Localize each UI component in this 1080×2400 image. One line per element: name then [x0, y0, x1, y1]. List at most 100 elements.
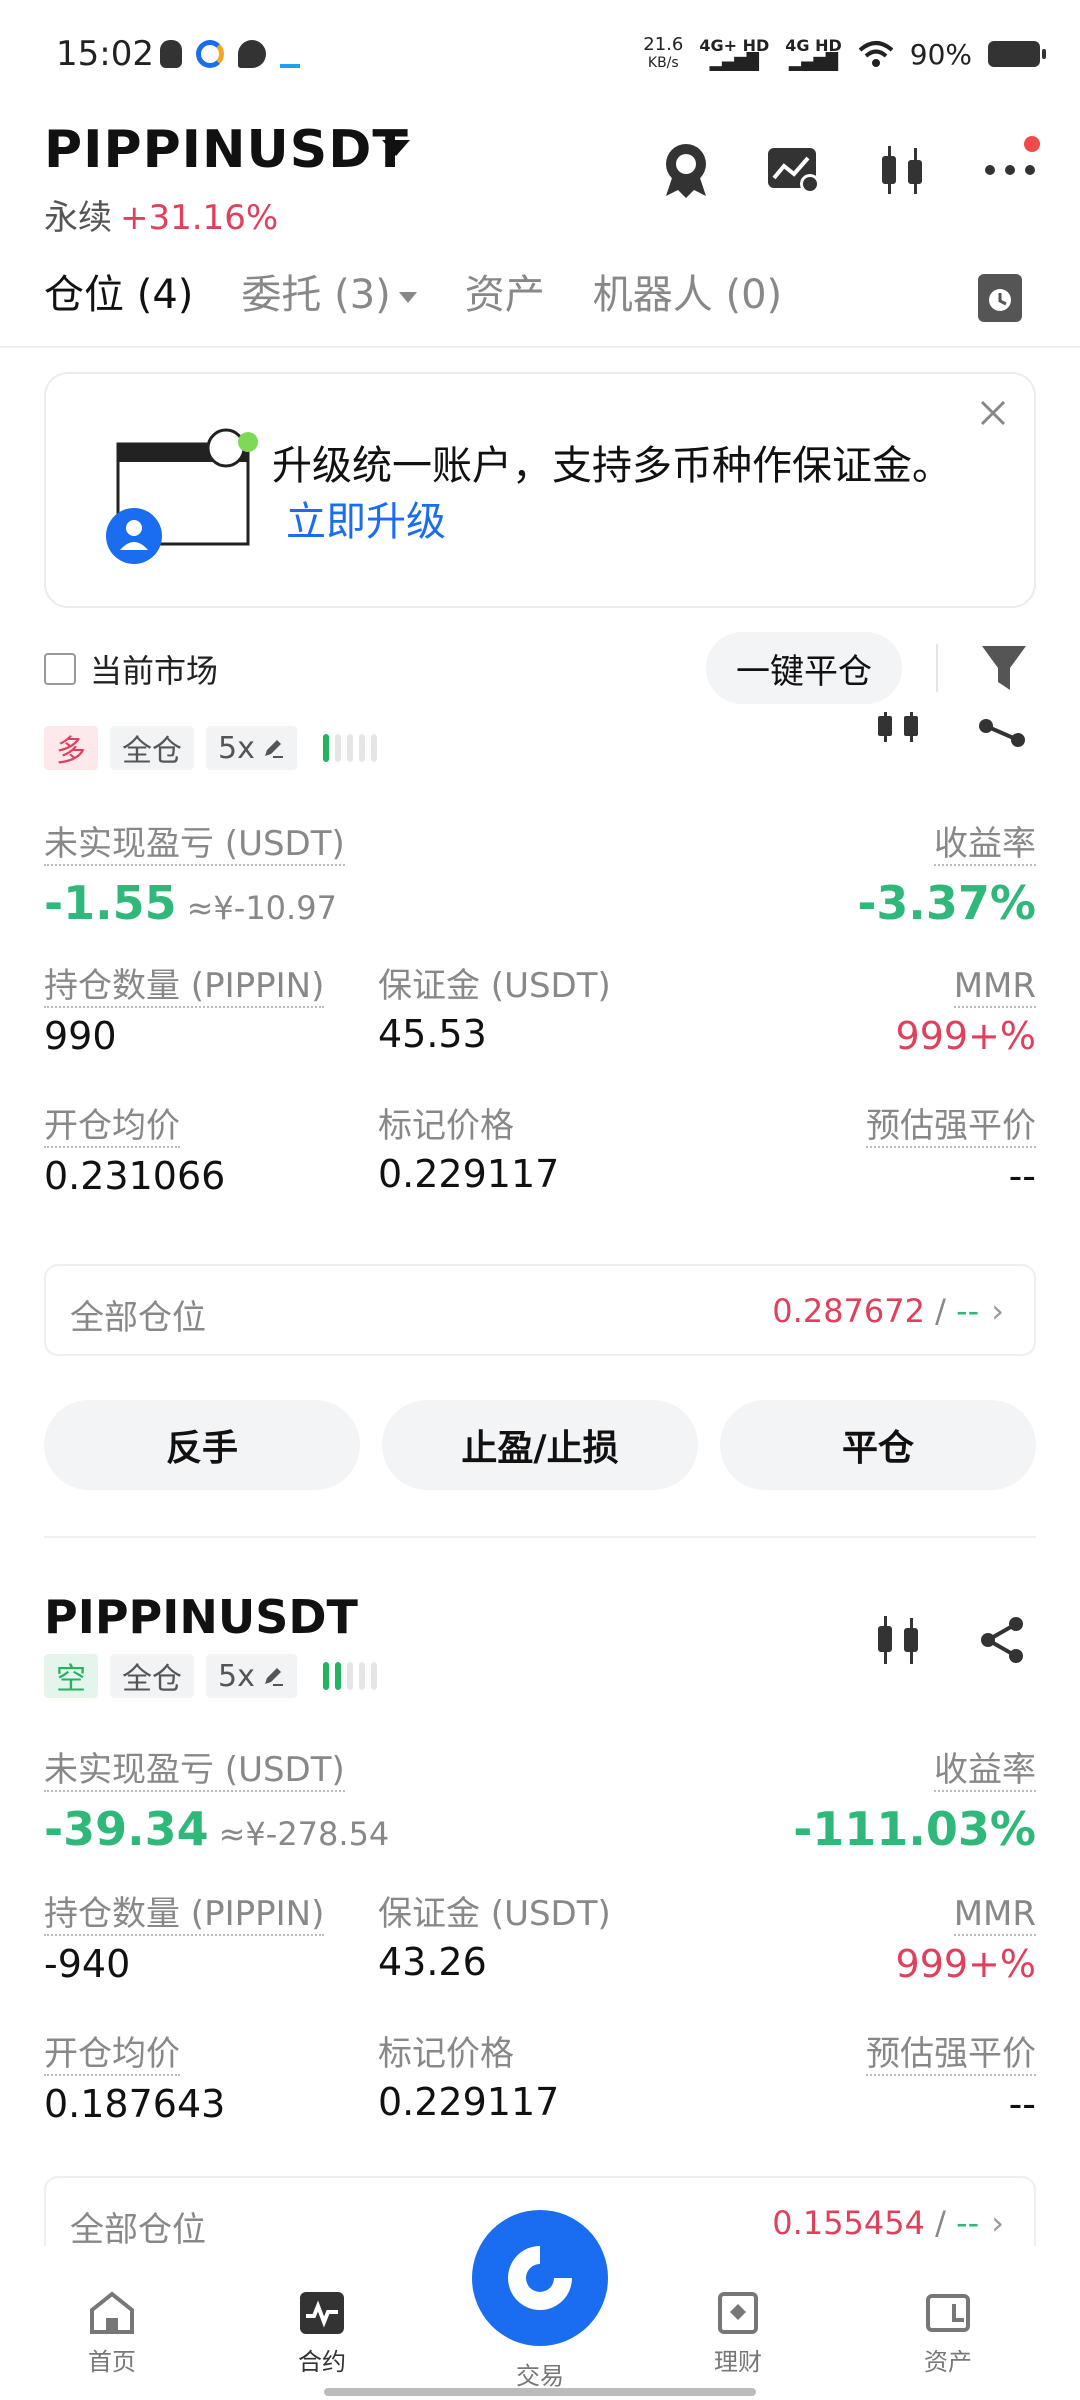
position-symbol[interactable]: PIPPINUSDT: [44, 1590, 358, 1644]
entry-label[interactable]: 开仓均价: [44, 1106, 180, 1148]
reverse-button[interactable]: 反手: [44, 1400, 360, 1490]
liq-label[interactable]: 预估强平价: [866, 1106, 1036, 1148]
close-position-button[interactable]: 平仓: [720, 1400, 1036, 1490]
card-actions: [872, 712, 1028, 764]
unrealized-pnl-label[interactable]: 未实现盈亏 (USDT): [44, 824, 345, 866]
tab-orders[interactable]: 委托 (3): [241, 262, 417, 320]
nav-earn[interactable]: 理财: [678, 2290, 798, 2377]
risk-level-bars: [322, 734, 377, 762]
net-speed-unit: KB/s: [647, 55, 679, 71]
header-actions: [656, 136, 1040, 200]
candlestick-icon[interactable]: [872, 140, 932, 200]
roe-value: -111.03%: [793, 1802, 1036, 1856]
tab-bots[interactable]: 机器人 (0): [593, 262, 782, 320]
upgrade-banner: 升级统一账户，支持多币种作保证金。立即升级: [44, 372, 1036, 608]
position-card: PIPPINUSDT 空 全仓 5x 未实现盈亏 (USDT) -39.34 ≈¥…: [0, 1590, 1080, 2268]
roe-value: -3.37%: [857, 876, 1036, 930]
size-label[interactable]: 持仓数量 (PIPPIN): [44, 1894, 325, 1936]
status-bar: 15:02 21.6 KB/s 4G+ HD ▂▄▆█ 4G HD ▂▄▆█ 90%: [0, 0, 1080, 110]
signal-2-icon: 4G HD ▂▄▆█: [785, 38, 842, 70]
bottom-nav: 首页 合约 交易 理财 资产: [0, 2210, 1080, 2400]
nav-futures[interactable]: 合约: [262, 2290, 382, 2377]
symbol-title[interactable]: PIPPINUSDT: [44, 120, 409, 180]
mark-value: 0.229117: [378, 1152, 560, 1196]
signal-1-bars: ▂▄▆█: [709, 52, 759, 71]
mmr-label[interactable]: MMR: [953, 1894, 1036, 1936]
mark-value: 0.229117: [378, 2080, 560, 2124]
filter-icon[interactable]: [980, 642, 1028, 694]
tab-assets[interactable]: 资产: [465, 262, 545, 320]
upgrade-link[interactable]: 立即升级: [286, 499, 446, 545]
all-positions-other: --: [956, 2204, 980, 2242]
mark-label: 标记价格: [378, 1106, 514, 1146]
nav-trade-button[interactable]: [472, 2210, 608, 2346]
banner-text: 升级统一账户，支持多币种作保证金。: [272, 443, 952, 489]
candlestick-icon[interactable]: [872, 712, 924, 764]
close-icon[interactable]: [976, 396, 1010, 430]
signal-2-bars: ▂▄▆█: [788, 52, 839, 71]
unrealized-pnl-block: 未实现盈亏 (USDT) -1.55 ≈¥-10.97: [44, 824, 345, 930]
history-document-icon[interactable]: [976, 272, 1024, 324]
notification-icons: [160, 40, 300, 68]
entry-value: 0.187643: [44, 2082, 226, 2126]
close-all-button[interactable]: 一键平仓: [706, 632, 902, 704]
all-positions-sep: /: [935, 2204, 946, 2242]
tp-sl-button[interactable]: 止盈/止损: [382, 1400, 698, 1490]
medal-icon[interactable]: [656, 140, 716, 200]
home-icon: [90, 2291, 134, 2334]
entry-label[interactable]: 开仓均价: [44, 2034, 180, 2076]
price-change: +31.16%: [120, 198, 279, 238]
symbol-dropdown-caret-icon[interactable]: [382, 140, 410, 156]
position-card: 多 全仓 5x 未实现盈亏 (USDT) -1.55 ≈¥-10.97 收益率 -…: [0, 712, 1080, 1520]
chat-icon: [238, 40, 266, 68]
candlestick-icon[interactable]: [872, 1614, 924, 1666]
more-icon[interactable]: [980, 136, 1040, 200]
liq-value: --: [1008, 1154, 1036, 1198]
nav-home[interactable]: 首页: [52, 2290, 172, 2377]
liq-label[interactable]: 预估强平价: [866, 2034, 1036, 2076]
side-badge: 空: [44, 1654, 98, 1698]
margin-block: 保证金 (USDT) 45.53: [378, 966, 611, 1056]
unrealized-pnl-cny: ≈¥-278.54: [218, 1815, 390, 1853]
unrealized-pnl-block: 未实现盈亏 (USDT) -39.34 ≈¥-278.54: [44, 1750, 389, 1856]
tab-positions[interactable]: 仓位 (4): [44, 262, 193, 320]
unrealized-pnl-label[interactable]: 未实现盈亏 (USDT): [44, 1750, 345, 1792]
leverage-badge[interactable]: 5x: [206, 1654, 297, 1698]
leverage-badge[interactable]: 5x: [206, 726, 297, 770]
entry-value: 0.231066: [44, 1154, 226, 1198]
home-indicator[interactable]: [324, 2388, 756, 2396]
contract-type: 永续: [44, 198, 112, 238]
all-positions-value: 0.155454 / -- ›: [772, 2204, 1004, 2242]
roe-label[interactable]: 收益率: [934, 1750, 1036, 1792]
mmr-block: MMR 999+%: [896, 966, 1036, 1058]
wifi-icon: [858, 41, 894, 67]
chart-analysis-icon[interactable]: [764, 140, 824, 200]
mmr-block: MMR 999+%: [896, 1894, 1036, 1986]
share-icon[interactable]: [976, 1614, 1028, 1666]
chevron-right-icon: ›: [991, 2204, 1004, 2242]
mmr-label[interactable]: MMR: [953, 966, 1036, 1008]
mark-label: 标记价格: [378, 2034, 514, 2074]
size-label[interactable]: 持仓数量 (PIPPIN): [44, 966, 325, 1008]
side-badge: 多: [44, 726, 98, 770]
battery-icon: [988, 41, 1046, 67]
all-positions-label: 全部仓位: [70, 1298, 206, 1338]
status-right: 21.6 KB/s 4G+ HD ▂▄▆█ 4G HD ▂▄▆█ 90%: [643, 36, 1046, 72]
mmr-value: 999+%: [895, 1014, 1036, 1058]
margin-label[interactable]: 保证金 (USDT): [378, 966, 611, 1006]
all-positions-row[interactable]: 全部仓位 0.287672 / -- ›: [44, 1264, 1036, 1356]
all-positions-sep: /: [935, 1292, 946, 1330]
all-positions-price: 0.155454: [772, 2204, 925, 2242]
symbol-subtitle: 永续 +31.16%: [44, 190, 278, 239]
position-tabs: 仓位 (4) 委托 (3) 资产 机器人 (0): [44, 262, 782, 320]
share-icon[interactable]: [976, 712, 1028, 764]
nav-assets[interactable]: 资产: [888, 2290, 1008, 2377]
current-market-checkbox[interactable]: [44, 653, 76, 685]
liq-block: 预估强平价 --: [866, 2034, 1036, 2126]
margin-label[interactable]: 保证金 (USDT): [378, 1894, 611, 1934]
mmr-value: 999+%: [895, 1942, 1036, 1986]
size-value: -940: [44, 1942, 131, 1986]
edit-icon: [264, 740, 283, 758]
unrealized-pnl-cny: ≈¥-10.97: [186, 889, 337, 927]
roe-label[interactable]: 收益率: [934, 824, 1036, 866]
